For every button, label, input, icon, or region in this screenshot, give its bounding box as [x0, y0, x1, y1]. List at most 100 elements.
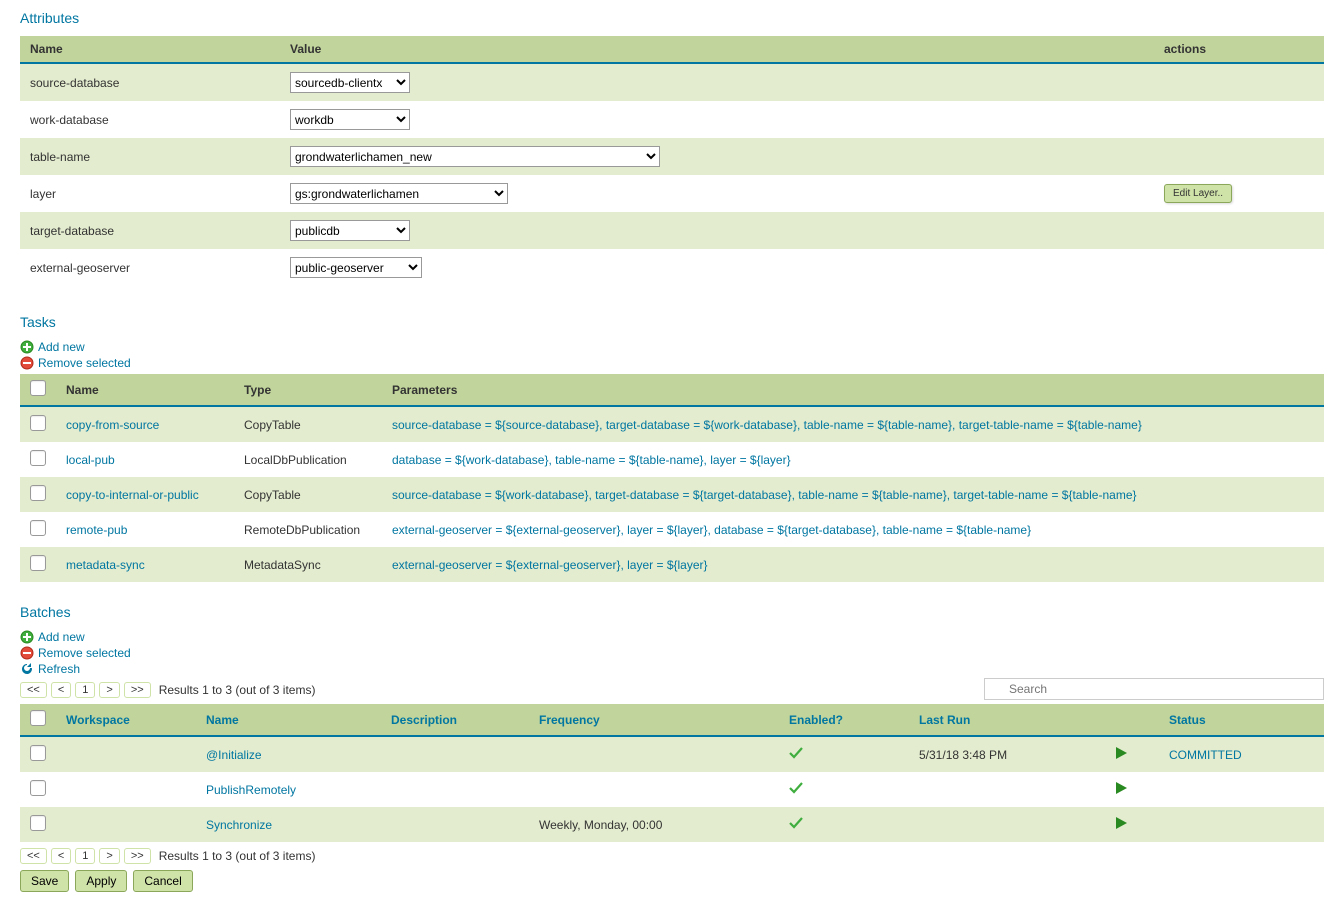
batches-search-input[interactable] [984, 678, 1324, 700]
batches-select-all-checkbox[interactable] [30, 710, 46, 726]
batches-col-lastrun[interactable]: Last Run [919, 713, 970, 727]
tasks-add-link[interactable]: Add new [38, 340, 85, 354]
save-button[interactable]: Save [20, 870, 69, 892]
task-checkbox[interactable] [30, 555, 46, 571]
batch-status-link[interactable]: COMMITTED [1169, 748, 1242, 762]
batch-name-link[interactable]: PublishRemotely [206, 783, 296, 797]
attribute-value-select[interactable]: gs:grondwaterlichamen [290, 183, 508, 204]
batches-table: Workspace Name Description Frequency Ena… [20, 704, 1324, 842]
task-checkbox[interactable] [30, 520, 46, 536]
tasks-col-name: Name [56, 374, 234, 406]
attribute-value-select[interactable]: grondwaterlichamen_new [290, 146, 660, 167]
attribute-row: target-database publicdb [20, 212, 1324, 249]
batches-col-status[interactable]: Status [1169, 713, 1206, 727]
batch-checkbox[interactable] [30, 815, 46, 831]
batch-workspace [56, 736, 196, 772]
batch-frequency: Weekly, Monday, 00:00 [529, 807, 779, 842]
attribute-row: table-namegrondwaterlichamen_new [20, 138, 1324, 175]
batches-col-enabled[interactable]: Enabled? [789, 713, 843, 727]
play-icon[interactable] [1114, 784, 1128, 798]
pager-last-button[interactable]: >> [124, 682, 151, 698]
attribute-row: source-databasesourcedb-clientx [20, 63, 1324, 101]
pager-prev-button[interactable]: < [51, 848, 71, 864]
batch-description [381, 772, 529, 807]
task-type: CopyTable [234, 477, 382, 512]
batches-col-workspace[interactable]: Workspace [66, 713, 130, 727]
edit-layer-button[interactable]: Edit Layer.. [1164, 184, 1232, 203]
check-icon [789, 783, 803, 797]
attr-col-actions: actions [1154, 36, 1324, 63]
batches-col-description[interactable]: Description [391, 713, 457, 727]
task-row: copy-from-source CopyTable source-database… [20, 406, 1324, 442]
attribute-value-select[interactable]: sourcedb-clientx [290, 72, 410, 93]
pager-page-button[interactable]: 1 [75, 848, 95, 864]
play-icon[interactable] [1114, 749, 1128, 763]
pager-last-button[interactable]: >> [124, 848, 151, 864]
pager-next-button[interactable]: > [99, 682, 119, 698]
task-parameters: source-database = ${work-database}, targ… [392, 488, 1137, 502]
batches-pager-bottom: << < 1 > >> Results 1 to 3 (out of 3 ite… [20, 848, 1324, 864]
remove-icon [20, 646, 34, 660]
batch-row: @Initialize5/31/18 3:48 PMCOMMITTED [20, 736, 1324, 772]
pager-summary: Results 1 to 3 (out of 3 items) [159, 683, 316, 697]
pager-first-button[interactable]: << [20, 848, 47, 864]
pager-prev-button[interactable]: < [51, 682, 71, 698]
pager-next-button[interactable]: > [99, 848, 119, 864]
add-icon [20, 630, 34, 644]
task-row: metadata-sync MetadataSync external-geoser… [20, 547, 1324, 582]
tasks-heading: Tasks [20, 314, 1324, 330]
attr-col-name: Name [20, 36, 280, 63]
batch-description [381, 736, 529, 772]
cancel-button[interactable]: Cancel [133, 870, 192, 892]
task-name-link[interactable]: remote-pub [66, 523, 127, 537]
task-checkbox[interactable] [30, 415, 46, 431]
task-parameters: external-geoserver = ${external-geoserve… [392, 558, 708, 572]
attribute-name: external-geoserver [20, 249, 280, 286]
batch-description [381, 807, 529, 842]
batches-heading: Batches [20, 604, 1324, 620]
batches-col-frequency[interactable]: Frequency [539, 713, 600, 727]
attribute-value-select[interactable]: public-geoserver [290, 257, 422, 278]
task-type: LocalDbPublication [234, 442, 382, 477]
task-parameters: source-database = ${source-database}, ta… [392, 418, 1142, 432]
task-name-link[interactable]: copy-from-source [66, 418, 159, 432]
task-checkbox[interactable] [30, 485, 46, 501]
task-parameters: external-geoserver = ${external-geoserve… [392, 523, 1031, 537]
task-row: local-pub LocalDbPublication database = ${… [20, 442, 1324, 477]
attribute-row: work-database workdb [20, 101, 1324, 138]
batch-name-link[interactable]: @Initialize [206, 748, 262, 762]
apply-button[interactable]: Apply [75, 870, 127, 892]
task-type: MetadataSync [234, 547, 382, 582]
task-name-link[interactable]: copy-to-internal-or-public [66, 488, 199, 502]
batch-checkbox[interactable] [30, 780, 46, 796]
batch-workspace [56, 772, 196, 807]
batches-refresh-link[interactable]: Refresh [38, 662, 80, 676]
batch-checkbox[interactable] [30, 745, 46, 761]
attribute-value-select[interactable]: workdb [290, 109, 410, 130]
batch-name-link[interactable]: Synchronize [206, 818, 272, 832]
batches-col-name[interactable]: Name [206, 713, 239, 727]
batches-remove-link[interactable]: Remove selected [38, 646, 131, 660]
attribute-name: target-database [20, 212, 280, 249]
task-name-link[interactable]: local-pub [66, 453, 115, 467]
batches-add-link[interactable]: Add new [38, 630, 85, 644]
play-icon[interactable] [1114, 819, 1128, 833]
batch-frequency [529, 772, 779, 807]
tasks-col-type: Type [234, 374, 382, 406]
task-name-link[interactable]: metadata-sync [66, 558, 145, 572]
task-type: CopyTable [234, 406, 382, 442]
batch-lastrun [909, 772, 1104, 807]
task-checkbox[interactable] [30, 450, 46, 466]
tasks-select-all-checkbox[interactable] [30, 380, 46, 396]
attribute-name: work-database [20, 101, 280, 138]
add-icon [20, 340, 34, 354]
batch-frequency [529, 736, 779, 772]
batch-workspace [56, 807, 196, 842]
tasks-remove-link[interactable]: Remove selected [38, 356, 131, 370]
attribute-row: layergs:grondwaterlichamenEdit Layer.. [20, 175, 1324, 212]
pager-first-button[interactable]: << [20, 682, 47, 698]
remove-icon [20, 356, 34, 370]
attribute-value-select[interactable]: publicdb [290, 220, 410, 241]
task-parameters: database = ${work-database}, table-name … [392, 453, 791, 467]
pager-page-button[interactable]: 1 [75, 682, 95, 698]
